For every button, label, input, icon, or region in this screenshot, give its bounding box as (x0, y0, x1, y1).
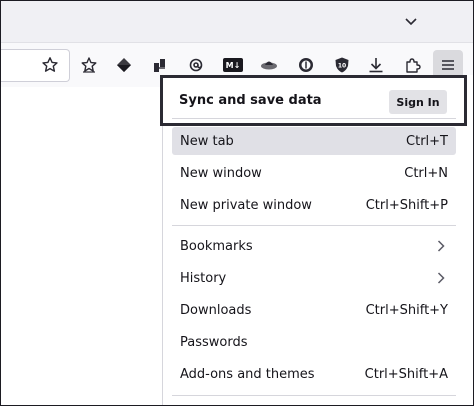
spaceship-icon (261, 61, 277, 70)
shield-icon: 10 (335, 57, 349, 73)
sync-title: Sync and save data (179, 93, 322, 108)
menu-item-label: New tab (180, 133, 234, 149)
menu-item-shortcut: Ctrl+N (404, 165, 448, 181)
menu-separator (172, 118, 456, 119)
menu-item-downloads[interactable]: Downloads Ctrl+Shift+Y (172, 296, 456, 324)
markdown-badge-text: M↓ (225, 60, 241, 70)
grab-extension-icon (154, 59, 165, 72)
bookmark-star-icon (42, 57, 58, 72)
menu-item-shortcut: Ctrl+Shift+Y (365, 302, 448, 318)
extension-star-icon (81, 57, 97, 73)
chevron-right-icon (434, 239, 448, 253)
menu-item-label: New window (180, 165, 262, 181)
menu-item-label: Passwords (180, 334, 248, 350)
shield-badge-text: 10 (338, 63, 346, 70)
menu-item-label: Downloads (180, 302, 252, 318)
menu-item-bookmarks[interactable]: Bookmarks (172, 232, 456, 260)
menu-item-shortcut: Ctrl+Shift+A (364, 366, 448, 382)
bookmark-page-button[interactable] (35, 50, 65, 80)
menu-separator (172, 395, 456, 396)
wallet-diamond-icon (117, 58, 131, 72)
menu-item-history[interactable]: History (172, 264, 456, 292)
menu-item-shortcut: Ctrl+T (406, 133, 448, 149)
download-icon (369, 58, 383, 73)
tab-strip (1, 1, 473, 42)
puzzle-icon (406, 58, 421, 73)
at-sign-icon (189, 58, 203, 72)
chevron-down-icon (405, 18, 417, 26)
list-all-tabs-button[interactable] (397, 9, 425, 35)
menu-item-label: Bookmarks (180, 238, 253, 254)
sign-in-button[interactable]: Sign In (389, 90, 447, 114)
menu-item-addons-and-themes[interactable]: Add-ons and themes Ctrl+Shift+A (172, 360, 456, 388)
menu-item-label: History (180, 270, 227, 286)
wallet-extension-button[interactable] (109, 50, 139, 80)
markdown-icon: M↓ (223, 58, 243, 72)
extension-star-button[interactable] (74, 50, 104, 80)
menu-separator (172, 225, 456, 226)
chevron-right-icon (434, 271, 448, 285)
menu-item-passwords[interactable]: Passwords (172, 328, 456, 356)
menu-item-new-window[interactable]: New window Ctrl+N (172, 159, 456, 187)
browser-window: M↓ 10 Sync and save data Sign In New tab… (0, 0, 474, 406)
dollar-circle-icon (299, 58, 313, 72)
menu-item-new-tab[interactable]: New tab Ctrl+T (172, 127, 456, 155)
menu-item-shortcut: Ctrl+Shift+P (365, 197, 448, 213)
menu-item-label: Add-ons and themes (180, 366, 315, 382)
hamburger-menu-icon (442, 60, 454, 70)
menu-item-label: New private window (180, 197, 312, 213)
menu-item-new-private-window[interactable]: New private window Ctrl+Shift+P (172, 191, 456, 219)
